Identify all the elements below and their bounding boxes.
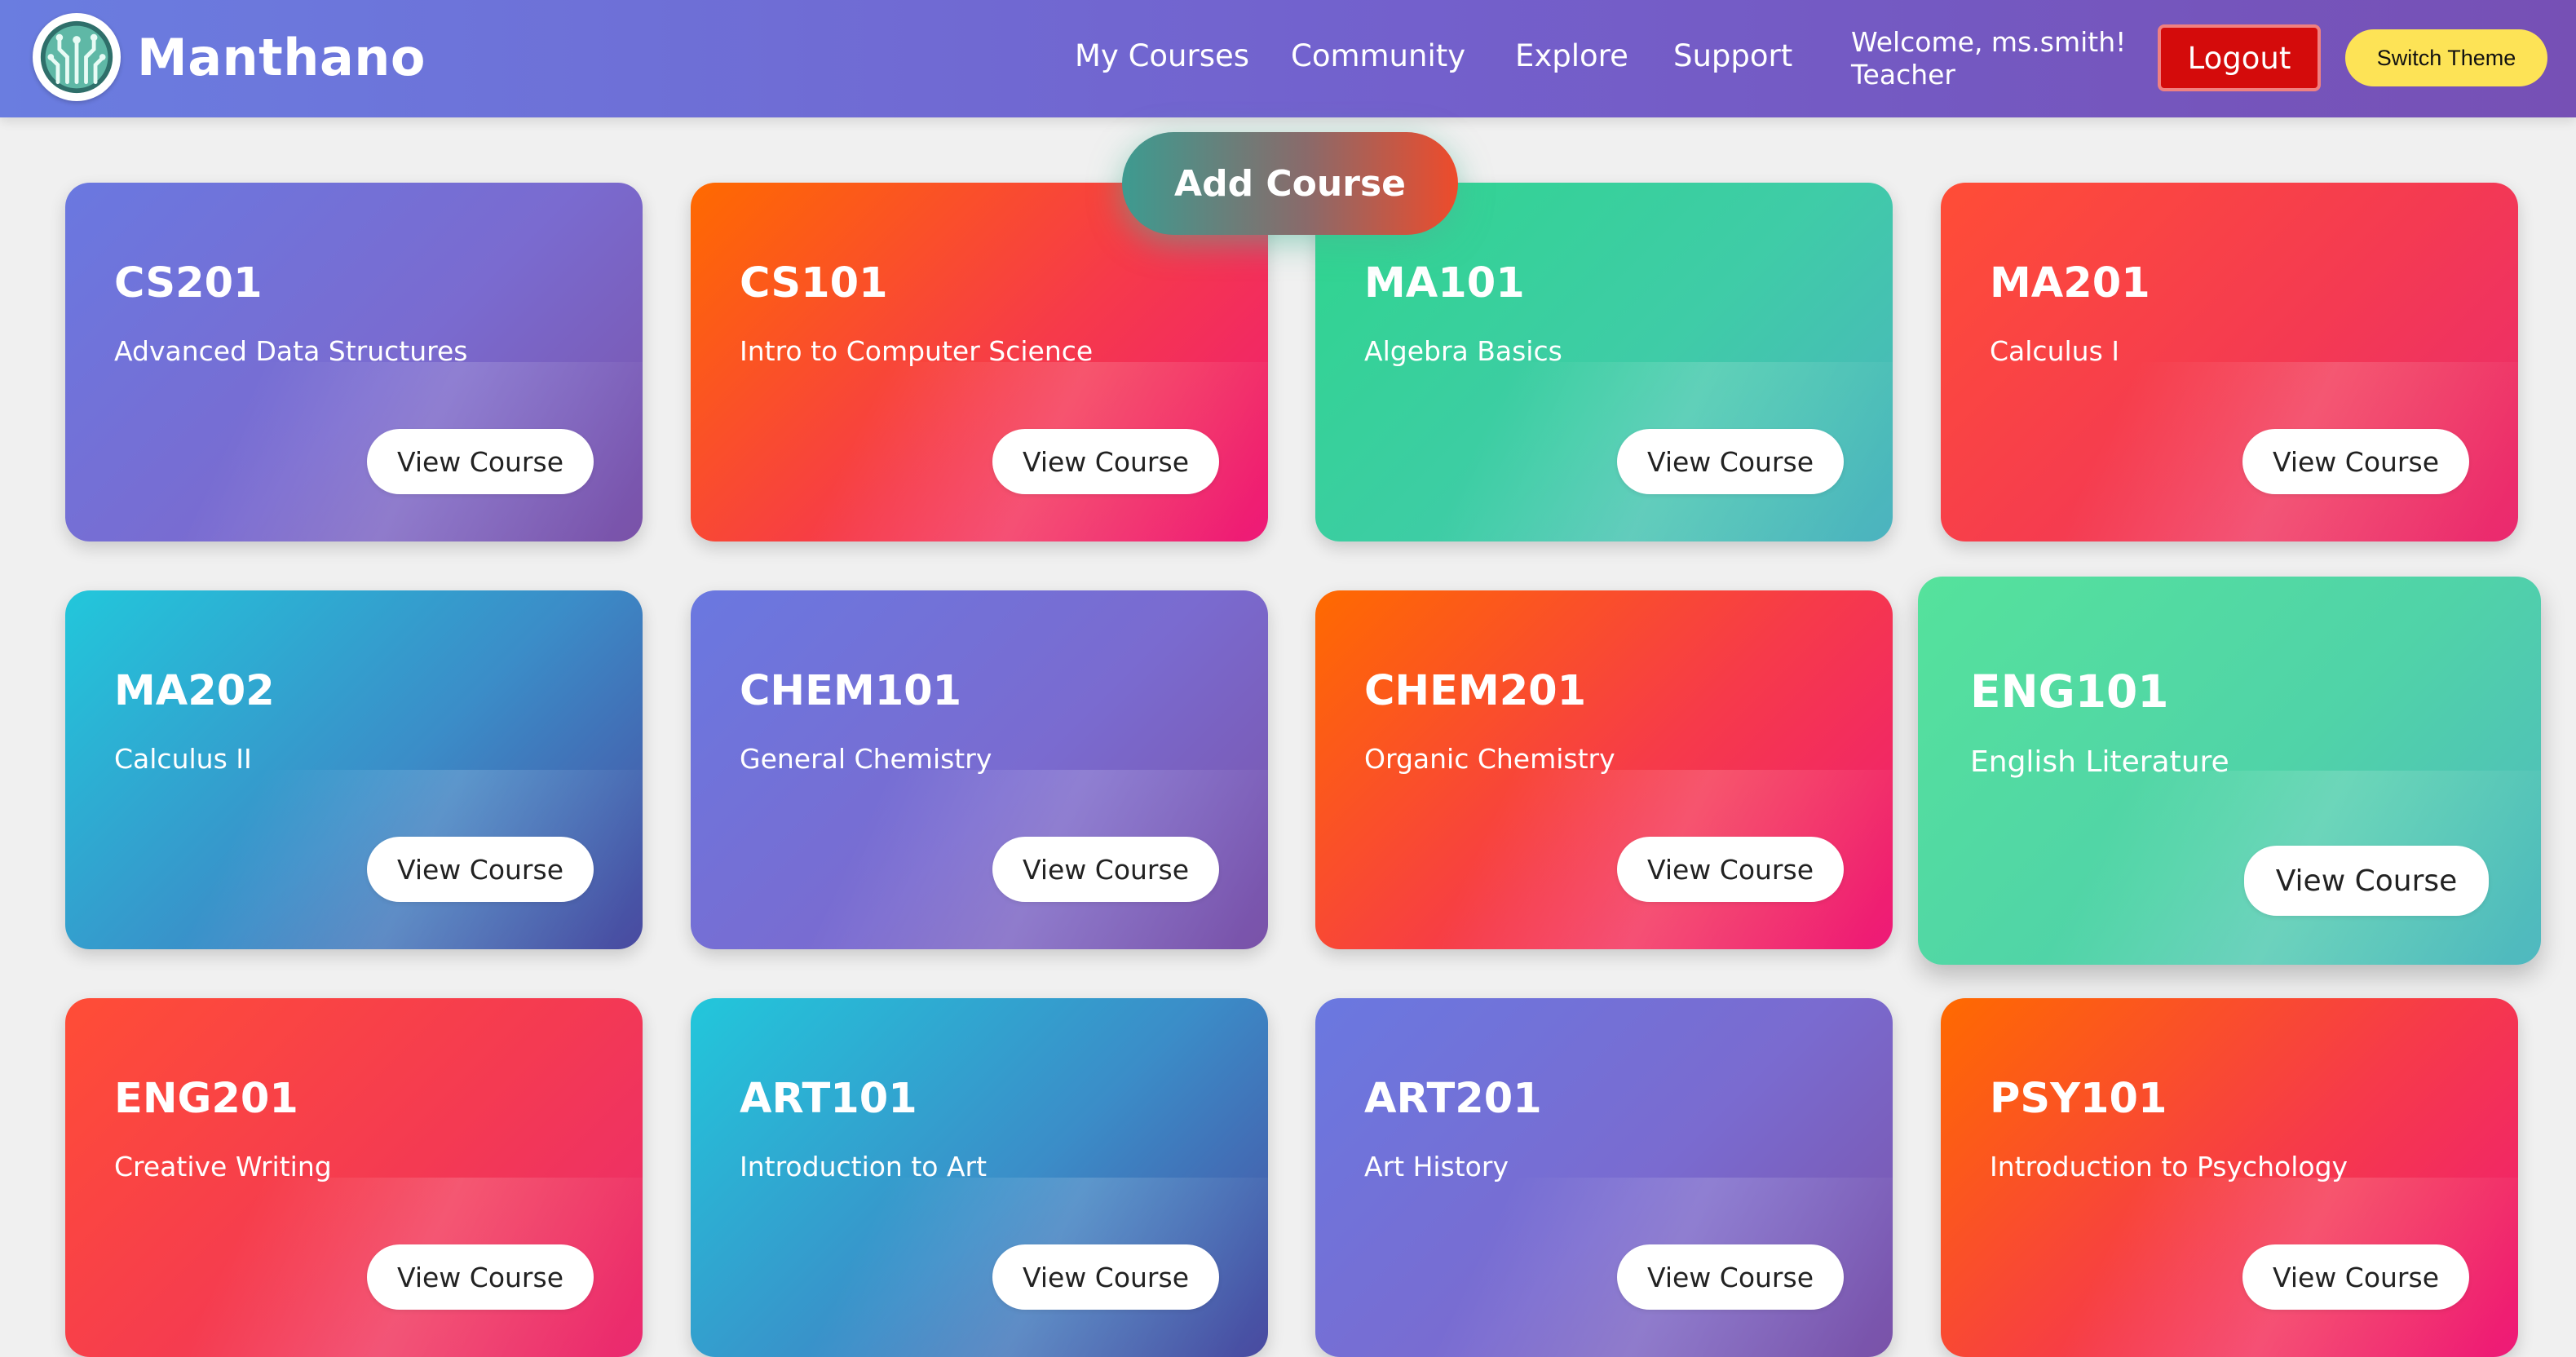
course-code: ENG101 [1970, 665, 2169, 718]
switch-theme-button[interactable]: Switch Theme [2345, 29, 2547, 86]
course-card-chem201: CHEM201 Organic Chemistry View Course [1315, 590, 1893, 949]
view-course-button[interactable]: View Course [2244, 846, 2489, 916]
course-title: General Chemistry [740, 743, 992, 775]
course-card-ma202: MA202 Calculus II View Course [65, 590, 643, 949]
user-role: Teacher [1851, 59, 1956, 91]
logout-button[interactable]: Logout [2158, 24, 2321, 91]
view-course-button[interactable]: View Course [2242, 1244, 2469, 1310]
course-title: Organic Chemistry [1364, 743, 1615, 775]
course-code: CHEM101 [740, 667, 962, 715]
course-title: Intro to Computer Science [740, 335, 1094, 367]
course-title: Art History [1364, 1151, 1509, 1182]
course-title: Introduction to Psychology [1990, 1151, 2348, 1182]
view-course-button[interactable]: View Course [367, 429, 594, 494]
course-code: MA202 [114, 667, 275, 715]
course-code: PSY101 [1990, 1075, 2167, 1123]
course-card-cs101: CS101 Intro to Computer Science View Cou… [691, 183, 1268, 541]
view-course-button[interactable]: View Course [2242, 429, 2469, 494]
course-title: Creative Writing [114, 1151, 332, 1182]
welcome-greeting: Welcome, ms.smith! [1851, 26, 2127, 58]
course-card-ma201: MA201 Calculus I View Course [1941, 183, 2518, 541]
welcome-message: Welcome, ms.smith! Teacher [1851, 26, 2126, 91]
course-title: Calculus II [114, 743, 252, 775]
nav-community[interactable]: Community [1291, 41, 1465, 71]
course-code: ENG201 [114, 1075, 298, 1123]
course-title: Introduction to Art [740, 1151, 988, 1182]
course-code: CS101 [740, 259, 888, 307]
course-title: English Literature [1970, 745, 2229, 779]
circuit-tree-logo-icon [40, 20, 113, 94]
view-course-button[interactable]: View Course [992, 429, 1219, 494]
logo[interactable] [33, 13, 121, 101]
course-code: CHEM201 [1364, 667, 1587, 715]
course-code: ART101 [740, 1075, 917, 1123]
nav-explore[interactable]: Explore [1515, 41, 1628, 71]
brand-name[interactable]: Manthano [137, 33, 426, 83]
course-card-eng101: ENG101 English Literature View Course [1918, 577, 2541, 965]
nav-support[interactable]: Support [1673, 41, 1792, 71]
view-course-button[interactable]: View Course [1617, 837, 1844, 902]
course-title: Calculus I [1990, 335, 2119, 367]
course-card-art201: ART201 Art History View Course [1315, 998, 1893, 1357]
course-title: Algebra Basics [1364, 335, 1562, 367]
course-card-eng201: ENG201 Creative Writing View Course [65, 998, 643, 1357]
course-title: Advanced Data Structures [114, 335, 468, 367]
course-code: ART201 [1364, 1075, 1542, 1123]
course-card-ma101: MA101 Algebra Basics View Course [1315, 183, 1893, 541]
course-code: CS201 [114, 259, 263, 307]
course-code: MA101 [1364, 259, 1525, 307]
view-course-button[interactable]: View Course [367, 1244, 594, 1310]
course-card-psy101: PSY101 Introduction to Psychology View C… [1941, 998, 2518, 1357]
view-course-button[interactable]: View Course [1617, 429, 1844, 494]
view-course-button[interactable]: View Course [992, 837, 1219, 902]
nav-my-courses[interactable]: My Courses [1075, 41, 1249, 71]
view-course-button[interactable]: View Course [1617, 1244, 1844, 1310]
add-course-button[interactable]: Add Course [1122, 132, 1458, 235]
course-card-chem101: CHEM101 General Chemistry View Course [691, 590, 1268, 949]
view-course-button[interactable]: View Course [992, 1244, 1219, 1310]
course-code: MA201 [1990, 259, 2150, 307]
top-navbar: Manthano My Courses Community Explore Su… [0, 0, 2576, 117]
course-card-art101: ART101 Introduction to Art View Course [691, 998, 1268, 1357]
view-course-button[interactable]: View Course [367, 837, 594, 902]
course-card-cs201: CS201 Advanced Data Structures View Cour… [65, 183, 643, 541]
